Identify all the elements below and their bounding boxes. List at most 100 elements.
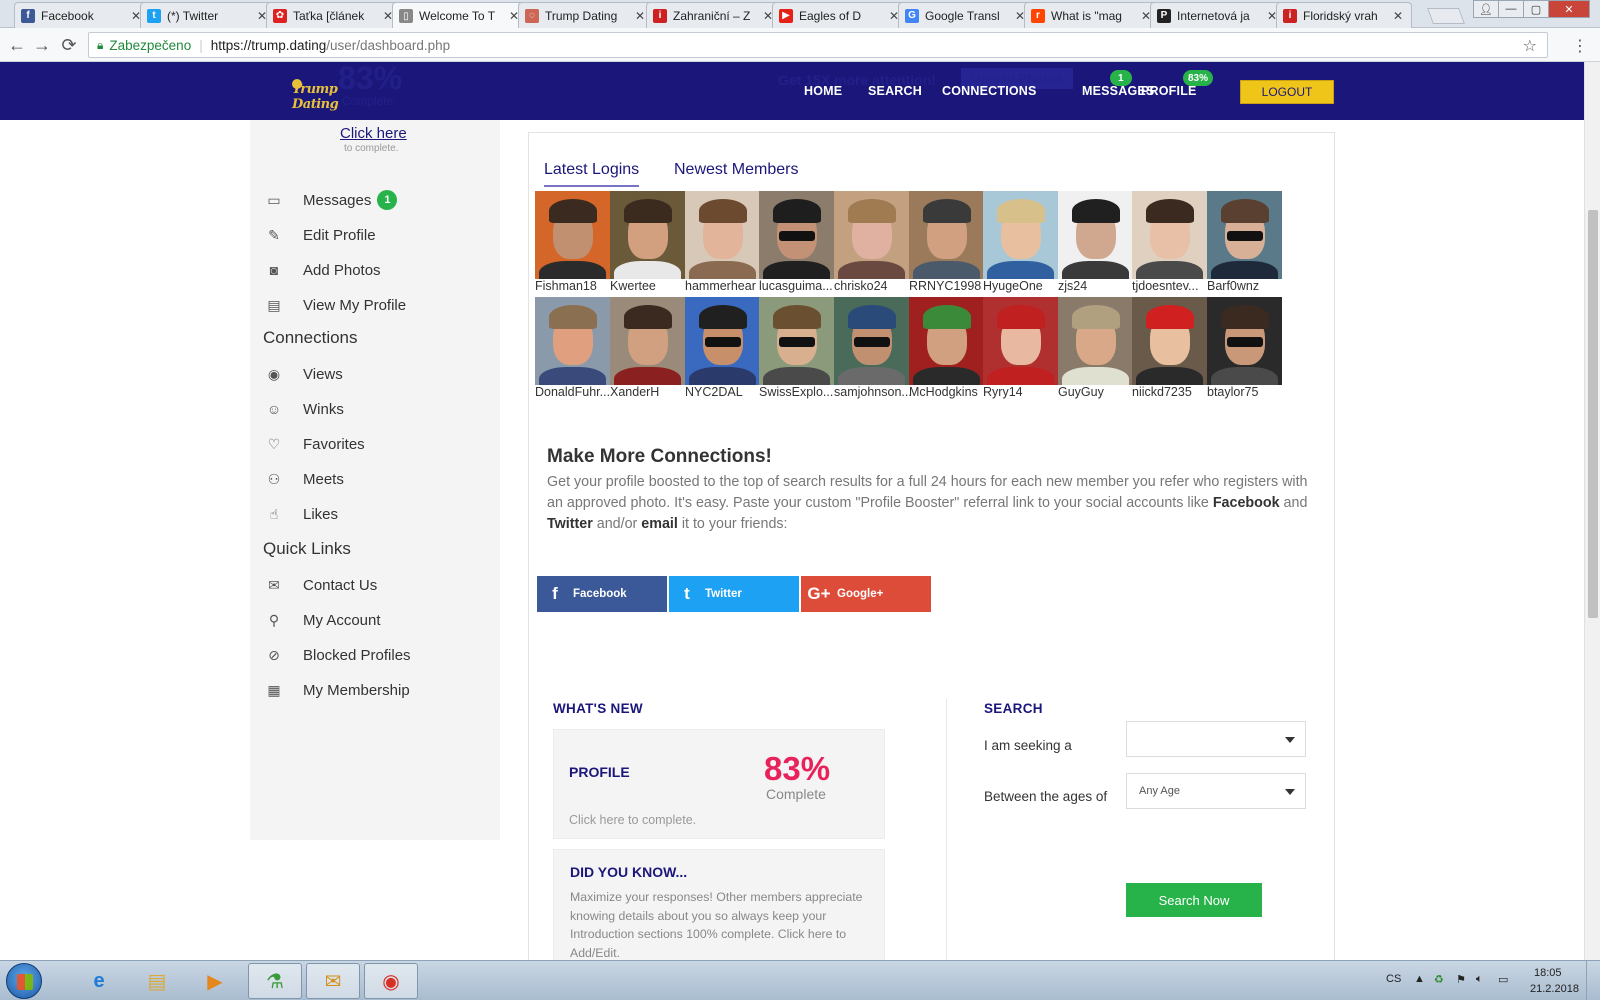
member-username[interactable]: btaylor75 — [1207, 385, 1285, 399]
member-username[interactable]: hammerhear — [685, 279, 763, 293]
sidebar-item-edit-profile[interactable]: ✎ Edit Profile — [265, 224, 375, 246]
tab-newest-members[interactable]: Newest Members — [674, 161, 798, 179]
share-twitter-button[interactable]: t Twitter — [669, 576, 799, 612]
member-username[interactable]: chrisko24 — [834, 279, 912, 293]
member-photo[interactable] — [834, 297, 909, 385]
member-username[interactable]: niickd7235 — [1132, 385, 1210, 399]
member-photo[interactable] — [909, 297, 984, 385]
browser-tab[interactable]: i Zahraniční – Z ✕ — [646, 2, 782, 28]
member-username[interactable]: McHodgkins — [909, 385, 987, 399]
member-username[interactable]: tjdoesntev... — [1132, 279, 1210, 293]
member-username[interactable]: Ryry14 — [983, 385, 1061, 399]
address-bar[interactable]: 🔒︎ Zabezpečeno | https://trump.dating /u… — [88, 32, 1548, 58]
member-photo[interactable] — [610, 191, 685, 279]
internet-explorer-icon[interactable]: e — [72, 963, 126, 999]
back-button[interactable]: ← — [6, 34, 28, 56]
minimize-icon[interactable]: — — [1498, 0, 1524, 18]
member-photo[interactable] — [1207, 191, 1282, 279]
profile-progress-box[interactable]: PROFILE 83% Complete Click here to compl… — [553, 729, 885, 839]
member-username[interactable]: zjs24 — [1058, 279, 1136, 293]
member-username[interactable]: DonaldFuhr... — [535, 385, 613, 399]
sidebar-item-favorites[interactable]: ♡ Favorites — [265, 433, 365, 455]
browser-tab[interactable]: t (*) Twitter ✕ — [140, 2, 276, 28]
sidebar-item-winks[interactable]: ☺ Winks — [265, 398, 344, 420]
member-photo[interactable] — [685, 297, 760, 385]
seeking-select[interactable] — [1126, 721, 1306, 757]
member-photo[interactable] — [983, 297, 1058, 385]
sidebar-item-messages[interactable]: ▭ Messages 1 — [265, 189, 398, 211]
start-button[interactable] — [6, 963, 42, 999]
sidebar-item-likes[interactable]: ☝ Likes — [265, 503, 338, 525]
page-scrollbar[interactable] — [1584, 62, 1600, 960]
member-username[interactable]: RRNYC1998 — [909, 279, 987, 293]
new-tab-button[interactable] — [1427, 8, 1465, 24]
did-you-know-text[interactable]: Maximize your responses! Other members a… — [570, 888, 875, 960]
browser-tab[interactable]: ✿ Taťka [článek ✕ — [266, 2, 402, 28]
member-photo[interactable] — [1058, 297, 1133, 385]
browser-tab[interactable]: ▶ Eagles of D ✕ — [772, 2, 908, 28]
network-icon[interactable]: ▭ — [1498, 973, 1508, 986]
clock-time[interactable]: 18:05 — [1534, 967, 1562, 979]
complete-profile-link[interactable]: Click here — [340, 125, 407, 142]
member-photo[interactable] — [1207, 297, 1282, 385]
browser-tab[interactable]: r What is "mag ✕ — [1024, 2, 1160, 28]
trump-dating-logo[interactable]: Trump Dating — [288, 78, 358, 112]
scrollbar-thumb[interactable] — [1588, 210, 1598, 618]
nav-search[interactable]: SEARCH — [868, 84, 922, 98]
browser-tab[interactable]: P Internetová ja ✕ — [1150, 2, 1286, 28]
sidebar-item-views[interactable]: ◉ Views — [265, 363, 343, 385]
member-username[interactable]: XanderH — [610, 385, 688, 399]
language-indicator[interactable]: CS — [1386, 973, 1401, 985]
volume-icon[interactable]: 🔈︎ — [1476, 973, 1483, 986]
browser-tab[interactable]: f Facebook ✕ — [14, 2, 150, 28]
browser-tab[interactable]: ◌ Trump Dating ✕ — [518, 2, 654, 28]
chrome-icon[interactable]: ◉ — [364, 963, 418, 999]
tray-app-icon[interactable]: ♻ — [1434, 973, 1444, 986]
tab-latest-logins[interactable]: Latest Logins — [544, 161, 640, 187]
sidebar-item-add-photos[interactable]: ◙ Add Photos — [265, 259, 381, 281]
logout-button[interactable]: LOGOUT — [1240, 80, 1334, 104]
nav-profile[interactable]: PROFILE — [1141, 84, 1197, 98]
close-window-icon[interactable]: ✕ — [1548, 0, 1590, 18]
user-icon[interactable]: 👤︎ — [1473, 0, 1499, 18]
maximize-icon[interactable]: ▢ — [1523, 0, 1549, 18]
sidebar-item-view-my-profile[interactable]: ▤ View My Profile — [265, 294, 406, 316]
mail-app-icon[interactable]: ✉ — [306, 963, 360, 999]
close-tab-icon[interactable]: ✕ — [1393, 9, 1405, 23]
sidebar-item-blocked-profiles[interactable]: ⊘ Blocked Profiles — [265, 644, 410, 666]
member-username[interactable]: GuyGuy — [1058, 385, 1136, 399]
app-icon[interactable]: ⚗ — [248, 963, 302, 999]
share-facebook-button[interactable]: f Facebook — [537, 576, 667, 612]
share-google-plus-button[interactable]: G+ Google+ — [801, 576, 931, 612]
member-photo[interactable] — [535, 191, 610, 279]
member-photo[interactable] — [759, 297, 834, 385]
member-photo[interactable] — [685, 191, 760, 279]
browser-tab[interactable]: i Floridský vrah ✕ — [1276, 2, 1412, 28]
sidebar-item-my-account[interactable]: ⚲ My Account — [265, 609, 381, 631]
member-photo[interactable] — [1132, 297, 1207, 385]
member-photo[interactable] — [759, 191, 834, 279]
nav-connections[interactable]: CONNECTIONS — [942, 84, 1037, 98]
member-username[interactable]: HyugeOne — [983, 279, 1061, 293]
ages-select[interactable]: Any Age — [1126, 773, 1306, 809]
reload-button[interactable]: ⟳ — [58, 34, 80, 56]
browser-menu-icon[interactable]: ⋮ — [1572, 36, 1588, 56]
forward-button[interactable]: → — [31, 34, 53, 56]
member-photo[interactable] — [1132, 191, 1207, 279]
sidebar-item-meets[interactable]: ⚇ Meets — [265, 468, 344, 490]
member-username[interactable]: Fishman18 — [535, 279, 613, 293]
bookmark-star-icon[interactable]: ☆ — [1523, 36, 1537, 56]
nav-home[interactable]: HOME — [804, 84, 842, 98]
tray-expand-icon[interactable]: ▲ — [1414, 973, 1425, 985]
member-username[interactable]: Barf0wnz — [1207, 279, 1285, 293]
member-photo[interactable] — [834, 191, 909, 279]
member-username[interactable]: lucasguima... — [759, 279, 837, 293]
member-photo[interactable] — [1058, 191, 1133, 279]
sidebar-item-my-membership[interactable]: ▦ My Membership — [265, 679, 409, 701]
media-player-icon[interactable]: ▶ — [188, 963, 242, 999]
member-photo[interactable] — [909, 191, 984, 279]
member-photo[interactable] — [535, 297, 610, 385]
file-explorer-icon[interactable]: ▤ — [130, 963, 184, 999]
clock-date[interactable]: 21.2.2018 — [1530, 983, 1579, 995]
member-username[interactable]: NYC2DAL — [685, 385, 763, 399]
